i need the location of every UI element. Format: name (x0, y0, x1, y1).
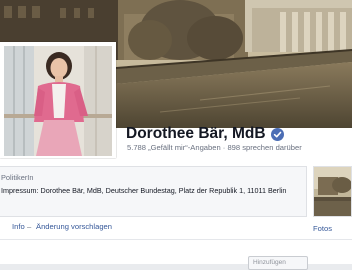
impressum-text: Impressum: Dorothee Bär, MdB, Deutscher … (1, 186, 287, 195)
tab-info[interactable]: Info (12, 222, 25, 231)
add-button[interactable]: Hinzufügen (248, 256, 308, 270)
tab-separator: – (27, 222, 32, 231)
verified-badge-icon (270, 127, 284, 141)
page-title: Dorothee Bär, MdB (126, 123, 284, 145)
suggest-edit-link[interactable]: Änderung vorschlagen (36, 222, 112, 231)
divider (0, 239, 352, 240)
photo-thumbnail[interactable] (313, 166, 352, 217)
tab-photos[interactable]: Fotos (313, 224, 332, 233)
page-category[interactable]: PolitikerIn (1, 173, 33, 182)
profile-picture[interactable] (0, 42, 116, 158)
page-name[interactable]: Dorothee Bär, MdB (126, 125, 266, 143)
page-tabs: Info – Änderung vorschlagen Fotos (0, 222, 352, 234)
about-section: PolitikerIn Impressum: Dorothee Bär, MdB… (0, 166, 307, 217)
